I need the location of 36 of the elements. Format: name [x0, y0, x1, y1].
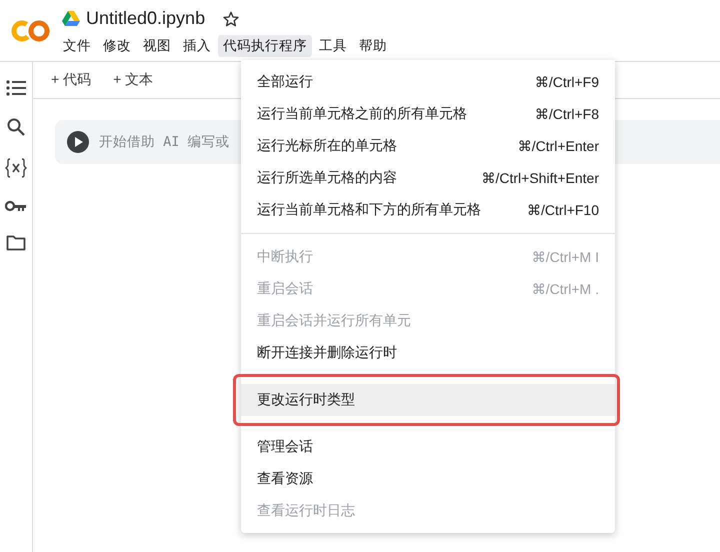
play-icon[interactable] — [67, 131, 89, 153]
menu-item[interactable]: 查看资源 — [241, 463, 615, 495]
prompt-placeholder: 开始借助 AI 编写或 — [99, 133, 230, 151]
menu-tab[interactable]: 工具 — [314, 35, 352, 57]
list-icon[interactable] — [6, 80, 26, 96]
drive-icon[interactable] — [62, 10, 80, 26]
key-icon[interactable] — [5, 200, 27, 212]
star-icon[interactable] — [223, 10, 240, 26]
notebook-title[interactable]: Untitled0.ipynb — [86, 8, 206, 29]
menu-item[interactable]: 全部运行 ⌘/Ctrl+F9 — [241, 66, 615, 98]
menu-item[interactable]: 管理会话 — [241, 431, 615, 463]
menu-item[interactable]: 运行当前单元格和下方的所有单元格 ⌘/Ctrl+F10 — [241, 194, 615, 226]
shortcut-text: ⌘/Ctrl+Shift+Enter — [482, 170, 599, 186]
menu-tab[interactable]: 代码执行程序 — [218, 35, 312, 57]
logo-icon[interactable] — [11, 20, 51, 42]
shortcut-text: ⌘/Ctrl+M I — [532, 248, 599, 266]
menu-item[interactable]: 更改运行时类型 — [241, 384, 615, 416]
variables-icon[interactable] — [5, 158, 27, 178]
add-button[interactable]: + 代码 — [51, 71, 92, 89]
menu-tab[interactable]: 修改 — [98, 35, 136, 57]
add-button[interactable]: + 文本 — [113, 71, 154, 89]
menu-item[interactable]: 运行当前单元格之前的所有单元格 ⌘/Ctrl+F8 — [241, 98, 615, 130]
menu-tab[interactable]: 文件 — [58, 35, 96, 57]
menu-tab[interactable]: 视图 — [138, 35, 176, 57]
shortcut-text: ⌘/Ctrl+F9 — [534, 74, 599, 90]
menu-tab[interactable]: 帮助 — [354, 35, 392, 57]
folder-icon[interactable] — [6, 234, 26, 251]
menu-item[interactable]: 断开连接并删除运行时 — [241, 337, 615, 369]
menu-item[interactable]: 运行所选单元格的内容 ⌘/Ctrl+Shift+Enter — [241, 162, 615, 194]
menu-tab[interactable]: 插入 — [178, 35, 216, 57]
shortcut-text: ⌘/Ctrl+M . — [532, 280, 599, 298]
menu-item[interactable]: 运行光标所在的单元格 ⌘/Ctrl+Enter — [241, 130, 615, 162]
shortcut-text: ⌘/Ctrl+F8 — [534, 106, 599, 122]
shortcut-text: ⌘/Ctrl+Enter — [518, 138, 599, 154]
shortcut-text: ⌘/Ctrl+F10 — [527, 202, 599, 218]
search-icon[interactable] — [7, 118, 25, 136]
